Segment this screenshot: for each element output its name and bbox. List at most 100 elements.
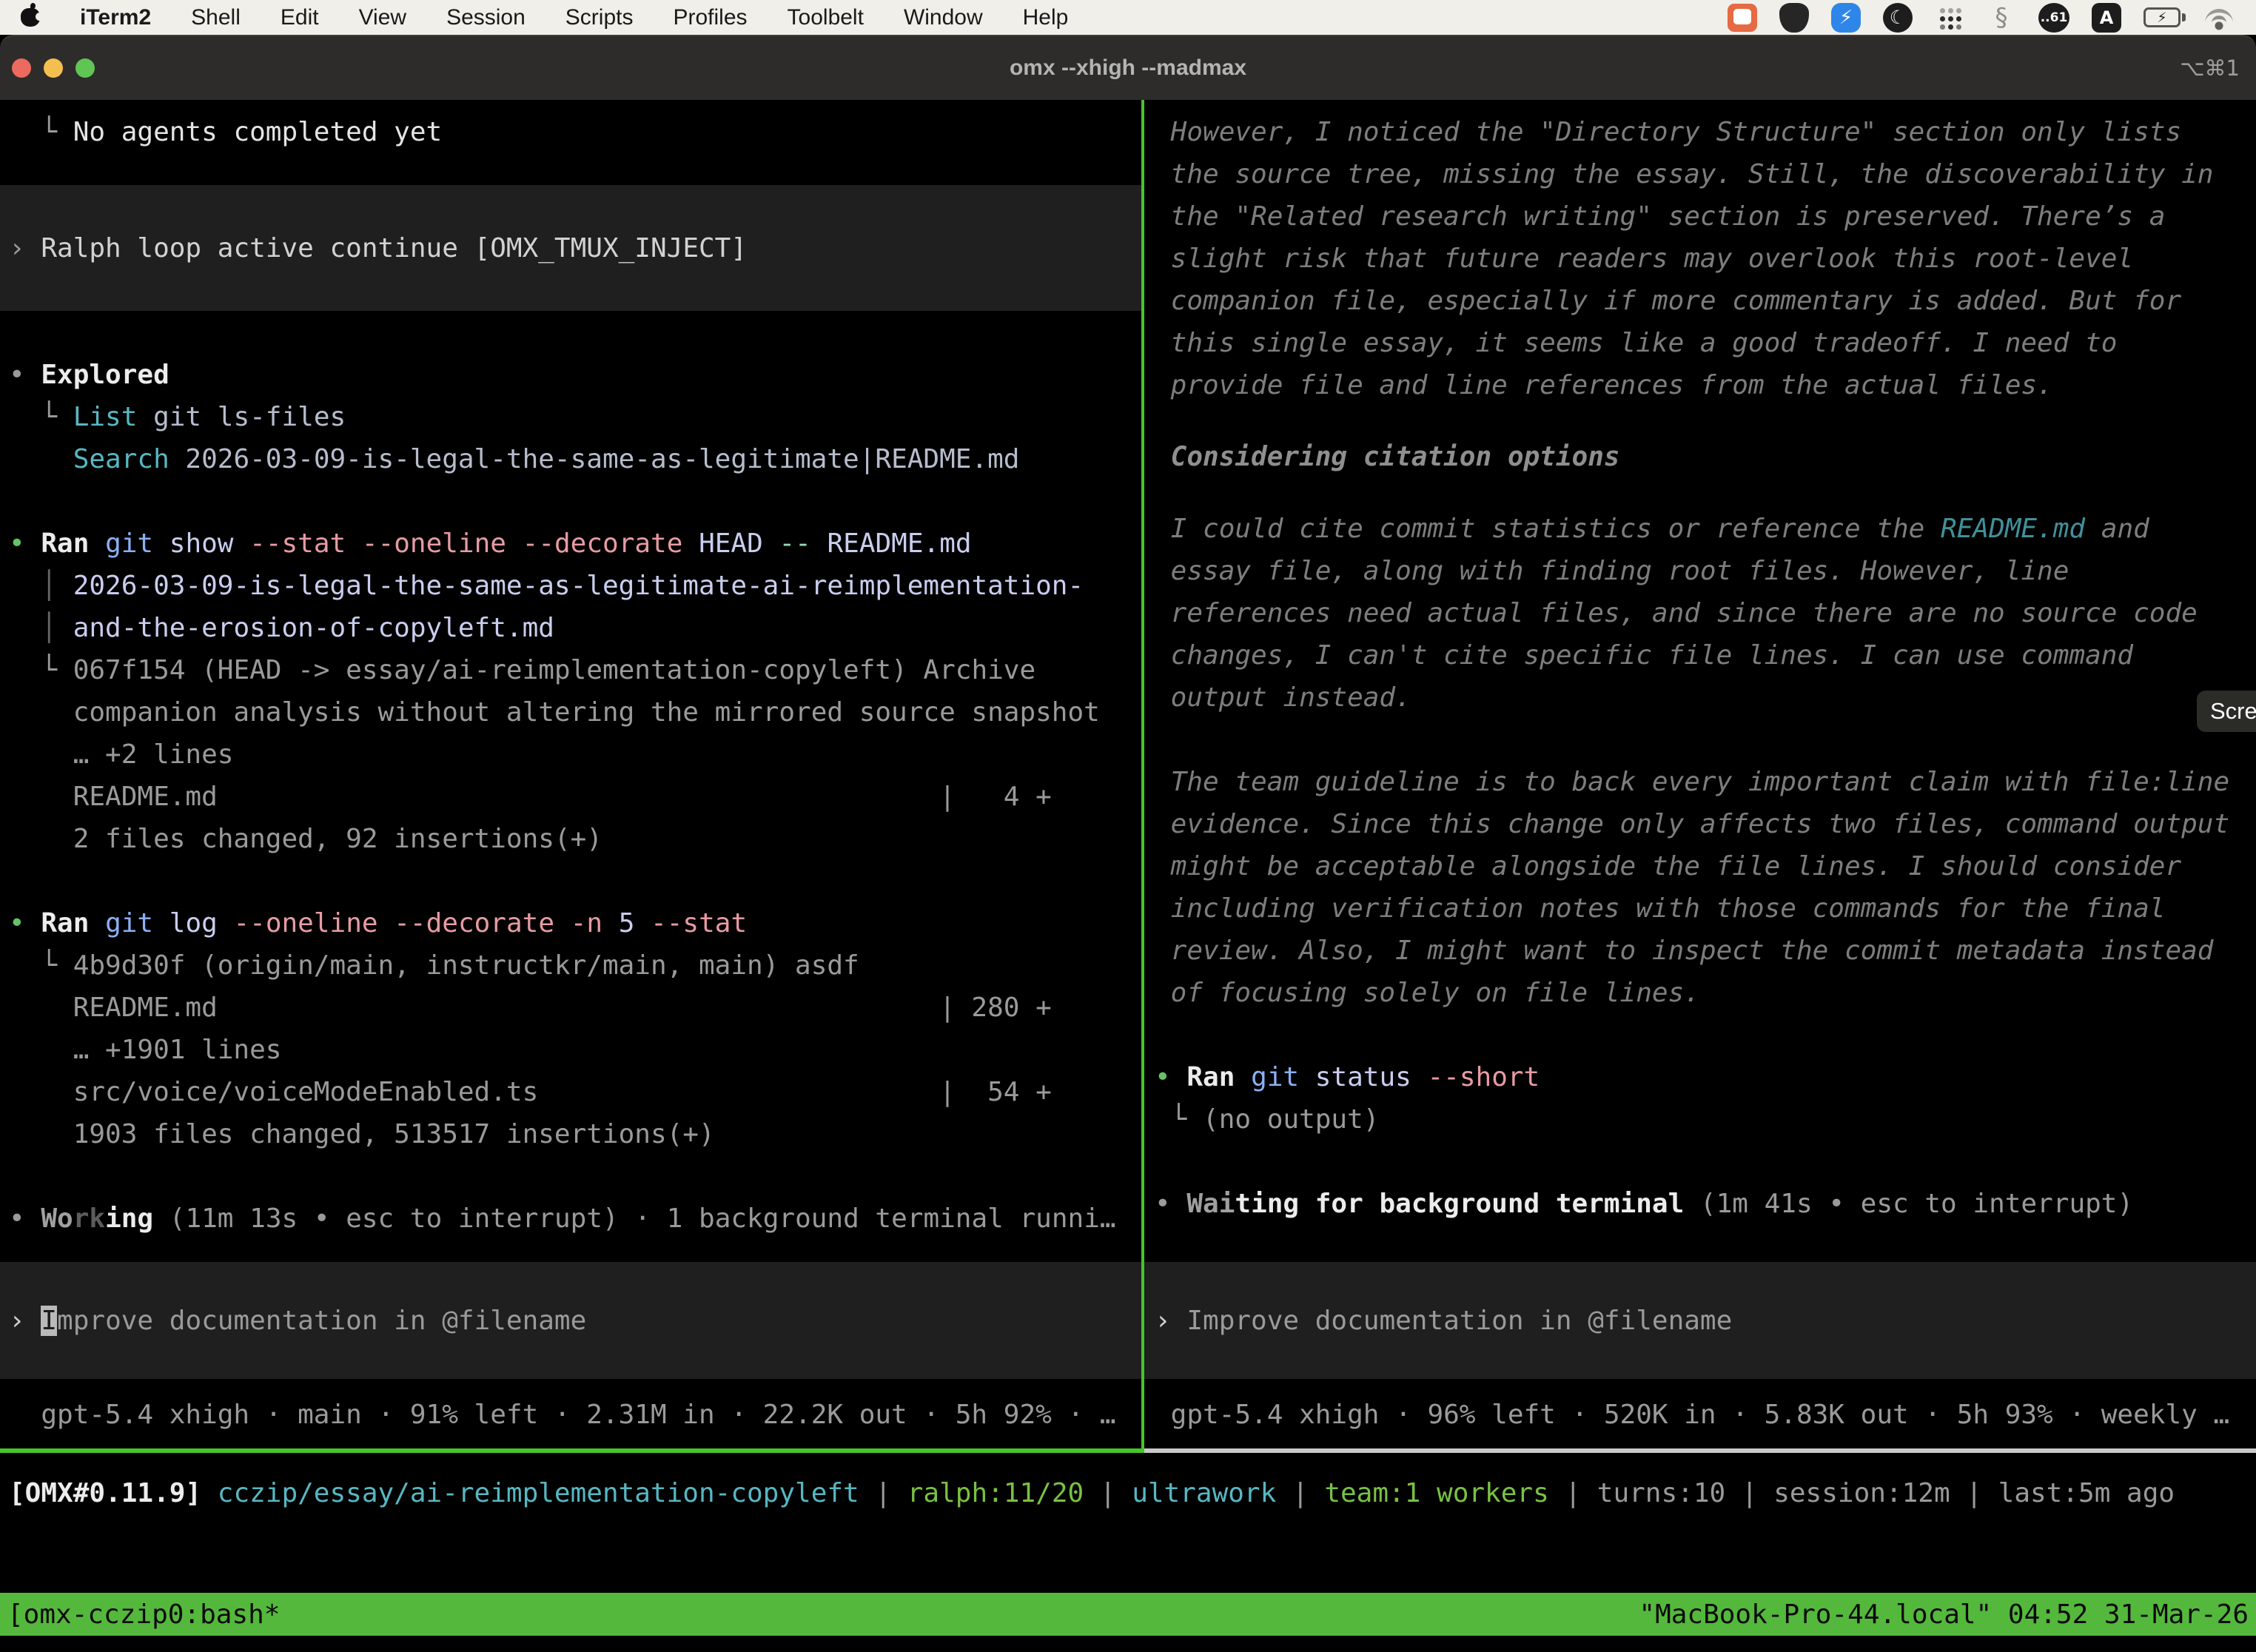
zoom-button[interactable]: [75, 58, 95, 78]
text-segment: Wai: [1186, 1189, 1235, 1219]
text-segment: log: [153, 908, 233, 939]
text-segment: 2 files changed, 92 insertions(+): [9, 824, 602, 854]
badge-61-icon[interactable]: ..61: [2038, 3, 2069, 33]
terminal-line: • Ran git show --stat --oneline --decora…: [9, 523, 1141, 565]
menu-app-name[interactable]: iTerm2: [80, 5, 151, 30]
menu-bar-status-icons: ⚡ ☾ § ..61 A ⚡: [1728, 3, 2235, 33]
text-segment: and-the-erosion-of-copyleft.md: [73, 613, 554, 643]
text-segment: Improve documentation in @filename: [1186, 1306, 1732, 1336]
text-segment: evidence. Since this change only affects…: [1155, 809, 2229, 839]
menu-item-toolbelt[interactable]: Toolbelt: [788, 5, 864, 30]
crescent-app-icon[interactable]: ☾: [1883, 3, 1913, 33]
text-segment: [554, 908, 571, 939]
text-segment: 2026-03-09-is-legal-the-same-as-legitima…: [169, 444, 1020, 474]
text-segment: [378, 908, 395, 939]
terminal-line: › Improve documentation in @filename: [1155, 1300, 1732, 1342]
input-source-icon[interactable]: A: [2092, 3, 2121, 33]
text-segment: •: [1155, 1189, 1186, 1219]
text-segment: 5: [602, 908, 651, 939]
text-segment: ultrawork: [1132, 1478, 1276, 1508]
menu-item-session[interactable]: Session: [446, 5, 526, 30]
text-segment: this single essay, it seems like a good …: [1155, 328, 2117, 358]
text-segment: |: [859, 1478, 907, 1508]
prompt-input[interactable]: › Improve documentation in @filename: [0, 1262, 1141, 1379]
terminal-line: evidence. Since this change only affects…: [1155, 803, 2256, 845]
bolt-badge-icon[interactable]: ⚡: [1831, 3, 1861, 33]
text-segment: │: [9, 571, 73, 601]
menu-item-scripts[interactable]: Scripts: [565, 5, 634, 30]
pane-bottom-border: [0, 1448, 2256, 1453]
terminal-line: 1903 files changed, 513517 insertions(+): [9, 1113, 1141, 1155]
battery-icon[interactable]: ⚡: [2143, 7, 2181, 27]
text-segment: README.md | 4 +: [9, 782, 1052, 812]
minimize-button[interactable]: [44, 58, 63, 78]
menu-item-edit[interactable]: Edit: [281, 5, 319, 30]
apple-menu-icon[interactable]: [21, 8, 40, 27]
text-segment: show: [153, 528, 249, 559]
terminal-line: └ 4b9d30f (origin/main, instructkr/main,…: [9, 944, 1141, 987]
text-segment: --stat: [651, 908, 747, 939]
window-controls: [12, 36, 95, 100]
text-segment: Search: [73, 444, 169, 474]
text-segment: Ran: [41, 528, 89, 559]
recording-indicator-icon[interactable]: [1728, 4, 1757, 32]
text-segment: Ran: [1186, 1062, 1235, 1092]
dots-grid-icon[interactable]: [1935, 3, 1964, 33]
text-segment: Explored: [41, 360, 169, 390]
tmux-session-window[interactable]: [omx-cczip0:bash*: [7, 1599, 280, 1630]
blank-line: [9, 860, 1141, 902]
text-segment: └: [9, 655, 73, 685]
text-segment: git ls-files: [137, 402, 346, 432]
tmux-status-bar: [omx-cczip0:bash* "MacBook-Pro-44.local"…: [0, 1593, 2256, 1636]
text-segment: └: [9, 950, 73, 981]
text-segment: |: [1549, 1478, 1597, 1508]
text-segment: The team guideline is to back every impo…: [1155, 767, 2229, 797]
menu-item-profiles[interactable]: Profiles: [673, 5, 747, 30]
terminal-line: src/voice/voiceModeEnabled.ts | 54 +: [9, 1071, 1141, 1113]
terminal-line: I could cite commit statistics or refere…: [1155, 508, 2256, 550]
terminal-line: › Improve documentation in @filename: [9, 1300, 586, 1342]
blank-line: [1155, 478, 2256, 508]
tmux-host-clock: "MacBook-Pro-44.local" 04:52 31-Mar-26: [1639, 1599, 2249, 1630]
terminal-line: review. Also, I might want to inspect th…: [1155, 930, 2256, 972]
terminal-line: README.md | 280 +: [9, 987, 1141, 1029]
text-segment: •: [9, 528, 41, 559]
text-segment: --: [779, 528, 810, 559]
squiggle-icon[interactable]: §: [1987, 3, 2016, 33]
text-segment: I could cite commit statistics or refere…: [1155, 514, 1941, 544]
wifi-icon[interactable]: [2203, 5, 2235, 30]
prompt-input[interactable]: › Improve documentation in @filename: [1144, 1262, 2256, 1379]
terminal-line: The team guideline is to back every impo…: [1155, 761, 2256, 803]
close-button[interactable]: [12, 58, 31, 78]
text-segment: cczip/essay/ai-reimplementation-copyleft: [218, 1478, 859, 1508]
text-segment: Ran: [41, 908, 89, 939]
text-segment: 2026-03-09-is-legal-the-same-as-legitima…: [73, 571, 1084, 601]
menu-item-shell[interactable]: Shell: [191, 5, 241, 30]
text-segment: companion file, especially if more comme…: [1155, 286, 2181, 316]
text-segment: [89, 908, 105, 939]
text-segment: Ralph loop active continue [OMX_TMUX_INJ…: [41, 233, 747, 263]
text-segment: |: [1950, 1478, 1998, 1508]
text-segment: --stat: [249, 528, 346, 559]
text-segment: [9, 444, 73, 474]
terminal-area: └ No agents completed yet› Ralph loop ac…: [0, 100, 2256, 1448]
text-segment: essay file, along with finding root file…: [1155, 556, 2069, 586]
text-segment: 067f154 (HEAD -> essay/ai-reimplementati…: [73, 655, 1035, 685]
shield-icon[interactable]: [1779, 3, 1809, 33]
terminal-line: companion analysis without altering the …: [9, 691, 1141, 733]
window-title-bar: omx --xhigh --madmax ⌥⌘1: [0, 35, 2256, 100]
menu-item-view[interactable]: View: [359, 5, 406, 30]
terminal-line: • Working (11m 13s • esc to interrupt) ·…: [9, 1198, 1141, 1240]
menu-item-help[interactable]: Help: [1023, 5, 1069, 30]
text-segment: •: [9, 1203, 41, 1234]
terminal-line: 2 files changed, 92 insertions(+): [9, 818, 1141, 860]
text-segment: |: [1276, 1478, 1324, 1508]
terminal-line: └ 067f154 (HEAD -> essay/ai-reimplementa…: [9, 649, 1141, 691]
text-segment: src/voice/voiceModeEnabled.ts | 54 +: [9, 1077, 1052, 1107]
text-segment: mprove documentation in @filename: [57, 1306, 586, 1336]
menu-items: Shell Edit View Session Scripts Profiles Toolb…: [191, 5, 1068, 30]
menu-item-window[interactable]: Window: [904, 5, 983, 30]
omx-status-line: [OMX#0.11.9] cczip/essay/ai-reimplementa…: [0, 1453, 2256, 1593]
blank-line: [1155, 719, 2256, 761]
terminal-line: └ No agents completed yet: [9, 111, 1141, 153]
